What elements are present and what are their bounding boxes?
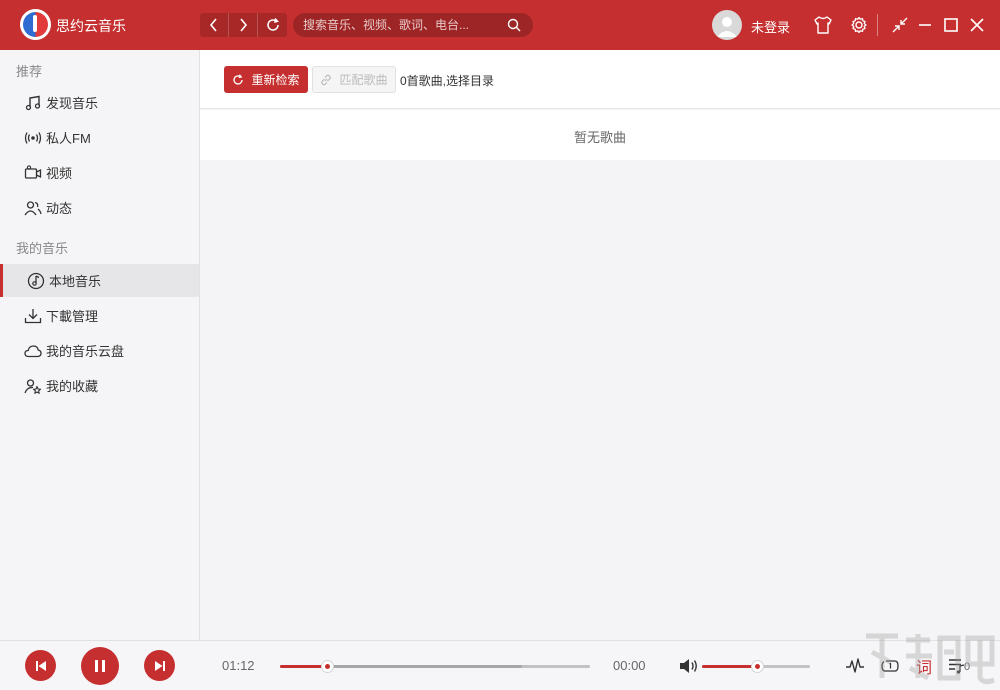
sidebar-item-label: 我的收藏 [46, 376, 98, 395]
volume-button[interactable] [678, 655, 700, 677]
play-mode-button[interactable] [879, 655, 901, 677]
sidebar-item-label: 下載管理 [46, 306, 98, 325]
title-bar: 思约云音乐 未登录 [0, 0, 1000, 50]
radio-icon [24, 129, 42, 147]
friends-icon [24, 199, 42, 217]
rescan-button[interactable]: 重新检索 [224, 66, 308, 93]
chevron-right-icon [238, 18, 248, 32]
empty-message: 暂无歌曲 [200, 127, 1000, 146]
sidebar: 推荐 发现音乐 私人FM 视频 动态 我的音乐 本地音乐 下載管理 [0, 50, 200, 640]
login-link[interactable]: 未登录 [751, 17, 790, 36]
previous-icon [35, 660, 47, 672]
favorites-icon [24, 377, 42, 395]
pause-button[interactable] [81, 647, 119, 685]
sidebar-item-label: 发现音乐 [46, 93, 98, 112]
song-list-empty: 暂无歌曲 [200, 110, 1000, 160]
sidebar-item-video[interactable]: 视频 [0, 156, 199, 189]
sidebar-item-feed[interactable]: 动态 [0, 191, 199, 224]
main-panel: 重新检索 匹配歌曲 0首歌曲,选择目录 暂无歌曲 [200, 50, 1000, 640]
sidebar-item-label: 我的音乐云盘 [46, 341, 124, 360]
section-title-recommend: 推荐 [16, 61, 42, 80]
close-icon [969, 17, 985, 33]
gear-icon [850, 16, 868, 34]
forward-button[interactable] [229, 13, 258, 37]
next-icon [154, 660, 166, 672]
local-music-icon [27, 272, 45, 290]
total-time: 00:00 [613, 658, 646, 673]
link-icon [320, 74, 332, 86]
minimize-icon [917, 17, 933, 33]
volume-handle[interactable] [751, 660, 764, 673]
shrink-icon [891, 16, 909, 34]
skin-button[interactable] [812, 14, 834, 36]
sidebar-item-label: 视频 [46, 163, 72, 182]
app-logo [20, 9, 51, 40]
progress-handle[interactable] [321, 660, 334, 673]
local-music-toolbar: 重新检索 匹配歌曲 0首歌曲,选择目录 [200, 50, 1000, 109]
download-icon [24, 307, 42, 325]
user-icon [712, 10, 742, 40]
title-separator [877, 14, 878, 36]
section-title-my-music: 我的音乐 [16, 238, 68, 257]
pause-icon [93, 659, 107, 673]
sidebar-item-cloud[interactable]: 我的音乐云盘 [0, 334, 199, 367]
progress-fill [280, 665, 327, 668]
sidebar-item-discover[interactable]: 发现音乐 [0, 86, 199, 119]
player-bar: 01:12 00:00 词 0 [0, 640, 1000, 690]
sidebar-item-fm[interactable]: 私人FM [0, 121, 199, 154]
rescan-label: 重新检索 [251, 71, 299, 88]
video-icon [24, 164, 42, 182]
search-box [293, 13, 533, 37]
sidebar-item-label: 本地音乐 [49, 271, 101, 290]
nav-group [200, 13, 287, 37]
repeat-one-icon [880, 658, 900, 674]
refresh-icon [265, 17, 281, 33]
next-button[interactable] [144, 650, 175, 681]
search-input[interactable] [303, 13, 503, 37]
song-count-text[interactable]: 0首歌曲,选择目录 [400, 72, 494, 89]
sidebar-item-label: 私人FM [46, 128, 91, 147]
sidebar-item-downloads[interactable]: 下載管理 [0, 299, 199, 332]
cloud-icon [24, 342, 42, 360]
sidebar-item-favorites[interactable]: 我的收藏 [0, 369, 199, 402]
refresh-icon [232, 74, 244, 86]
maximize-icon [943, 17, 959, 33]
minimize-button[interactable] [914, 14, 936, 36]
settings-button[interactable] [848, 14, 870, 36]
tshirt-icon [813, 16, 833, 34]
chevron-left-icon [209, 18, 219, 32]
progress-bar[interactable] [280, 665, 590, 668]
volume-fill [702, 665, 757, 668]
waveform-icon [845, 657, 865, 675]
lyrics-button[interactable]: 词 [913, 655, 935, 677]
close-button[interactable] [966, 14, 988, 36]
volume-slider[interactable] [702, 665, 810, 668]
playlist-count: 0 [964, 661, 970, 673]
maximize-button[interactable] [940, 14, 962, 36]
sidebar-item-local-music[interactable]: 本地音乐 [0, 264, 199, 297]
back-button[interactable] [200, 13, 229, 37]
volume-icon [679, 657, 699, 675]
search-icon[interactable] [507, 18, 521, 35]
sound-effect-button[interactable] [844, 655, 866, 677]
avatar[interactable] [712, 10, 742, 40]
current-time: 01:12 [222, 658, 255, 673]
sidebar-item-label: 动态 [46, 198, 72, 217]
music-note-icon [24, 94, 42, 112]
mini-mode-button[interactable] [889, 14, 911, 36]
refresh-button[interactable] [258, 13, 287, 37]
app-title: 思约云音乐 [56, 16, 126, 36]
previous-button[interactable] [25, 650, 56, 681]
match-songs-button[interactable]: 匹配歌曲 [312, 66, 396, 93]
match-label: 匹配歌曲 [339, 71, 387, 88]
